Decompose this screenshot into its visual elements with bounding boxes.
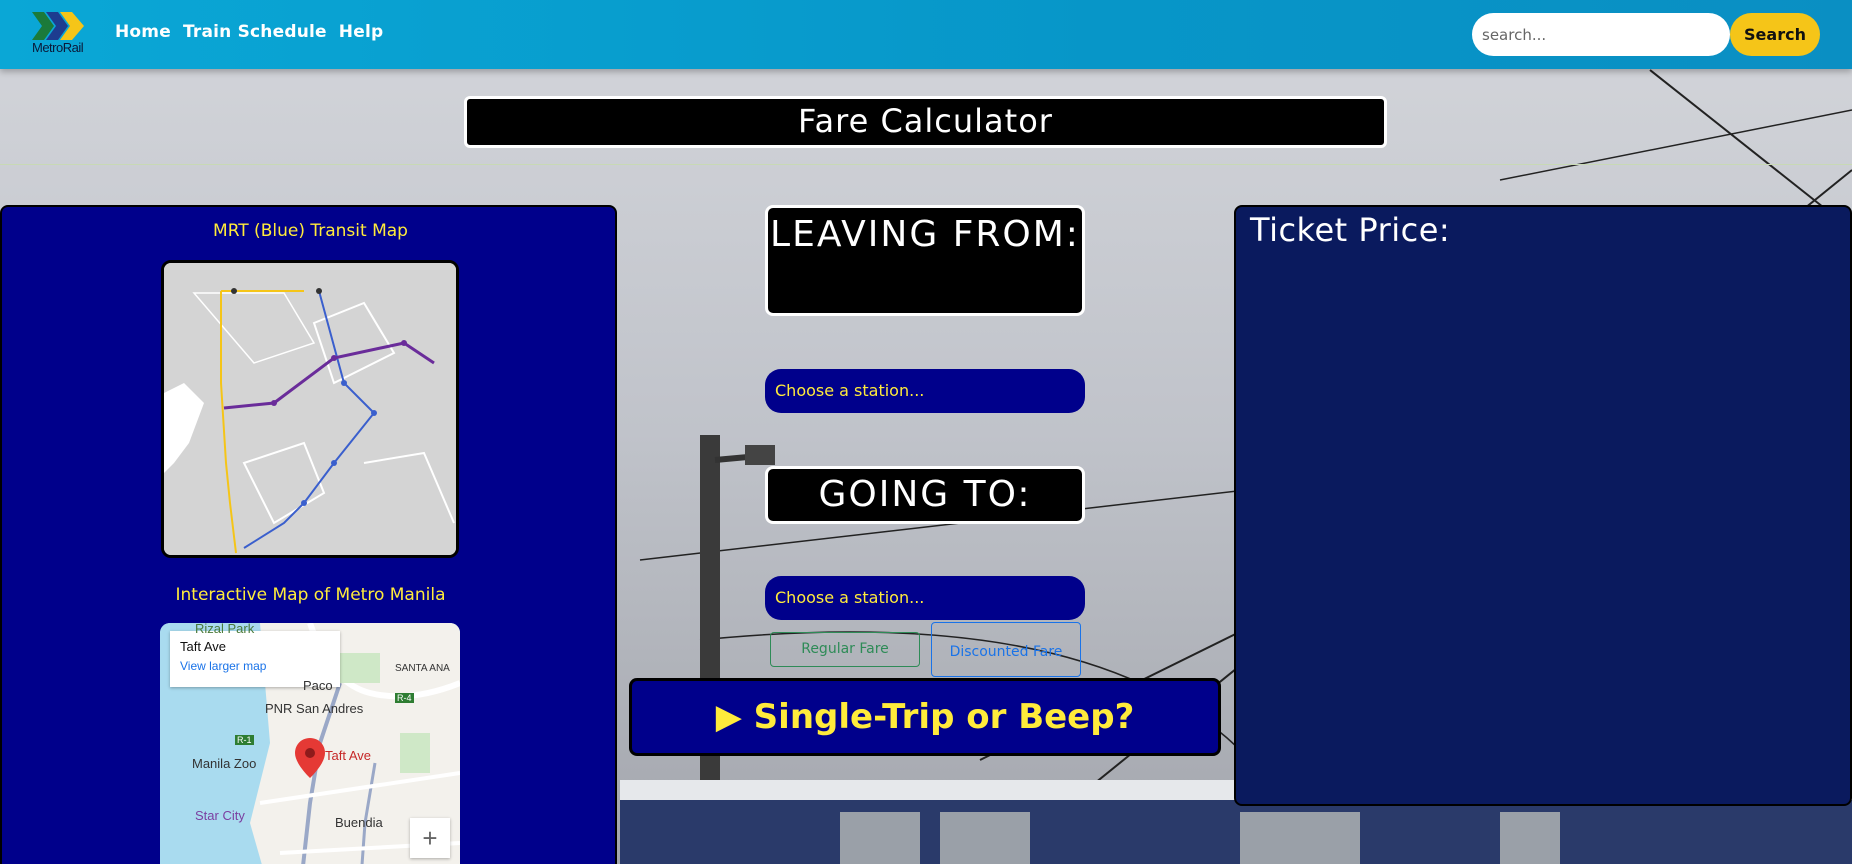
page-title: Fare Calculator xyxy=(464,96,1387,148)
ticket-price-heading: Ticket Price: xyxy=(1250,211,1451,249)
going-station-select[interactable]: Choose a station... xyxy=(765,576,1085,620)
single-trip-or-beep-toggle[interactable]: ▶ Single-Trip or Beep? xyxy=(629,678,1221,756)
transit-map-heading: MRT (Blue) Transit Map xyxy=(213,221,408,241)
maps-panel: MRT (Blue) Transit Map Interactive Map o… xyxy=(0,205,617,864)
search-button[interactable]: Search xyxy=(1730,13,1820,56)
logo-text: MetroRail xyxy=(32,40,84,55)
nav-link-help[interactable]: Help xyxy=(339,22,384,42)
map-label-manila-zoo: Manila Zoo xyxy=(192,756,257,771)
transit-map-image xyxy=(164,263,456,555)
zoom-in-button[interactable]: + xyxy=(410,818,450,858)
place-title: Taft Ave xyxy=(180,639,227,654)
divider xyxy=(0,164,1852,165)
map-label-pnr-san-andres: PNR San Andres xyxy=(265,701,364,716)
map-label-taft-ave: Taft Ave xyxy=(325,748,372,763)
navbar: MetroRail Home Train Schedule Help Searc… xyxy=(0,0,1852,69)
logo-chevrons-icon xyxy=(32,12,84,40)
map-label-rizal-park: Rizal Park xyxy=(195,623,255,636)
map-label-r4: R-4 xyxy=(395,693,414,703)
map-label-buendia: Buendia xyxy=(335,815,383,830)
mrt-transit-map xyxy=(161,260,459,558)
regular-fare-button[interactable]: Regular Fare xyxy=(770,632,920,667)
google-map-embed[interactable]: Taft Ave View larger map Rizal Park Paco… xyxy=(160,623,460,864)
nav-link-train-schedule[interactable]: Train Schedule xyxy=(183,22,327,42)
ticket-price-panel: Ticket Price: xyxy=(1234,205,1852,806)
leaving-from-label: LEAVING FROM: xyxy=(765,205,1085,316)
map-label-r1: R-1 xyxy=(235,735,254,745)
view-larger-map-link[interactable]: View larger map xyxy=(180,659,266,673)
map-label-santa-ana: SANTA ANA xyxy=(395,663,450,674)
discounted-fare-button[interactable]: Discounted Fare xyxy=(931,622,1081,677)
nav-links: Home Train Schedule Help xyxy=(115,22,383,42)
map-pin-icon[interactable] xyxy=(295,738,325,778)
map-label-paco: Paco xyxy=(303,678,333,693)
going-to-label: GOING TO: xyxy=(765,466,1085,524)
nav-link-home[interactable]: Home xyxy=(115,22,171,42)
interactive-map-heading: Interactive Map of Metro Manila xyxy=(175,585,446,605)
search-input[interactable] xyxy=(1472,13,1730,56)
metrorail-logo[interactable]: MetroRail xyxy=(30,12,94,58)
leaving-station-select[interactable]: Choose a station... xyxy=(765,369,1085,413)
map-label-star-city: Star City xyxy=(195,808,245,823)
